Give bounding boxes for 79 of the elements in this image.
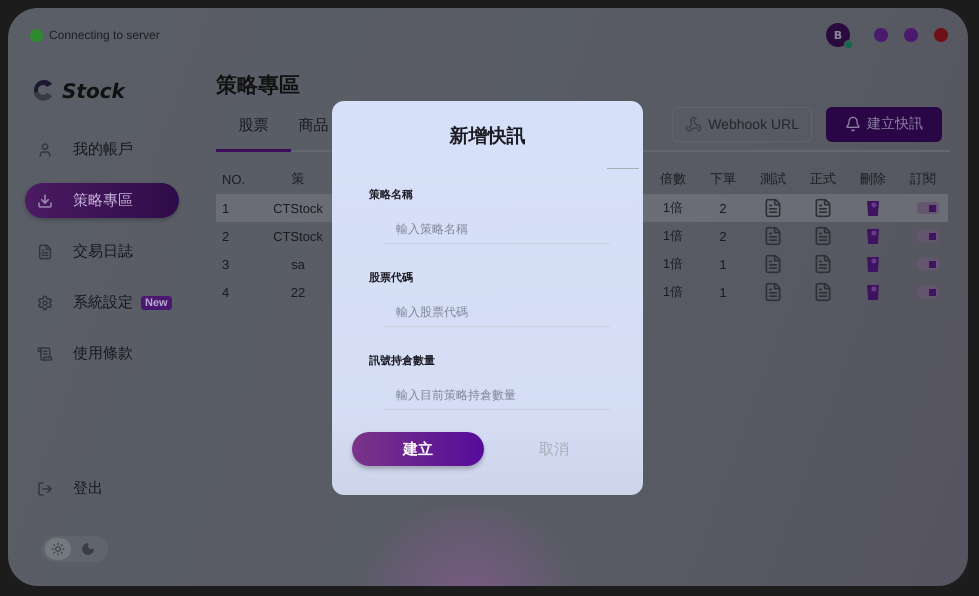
webhook-icon <box>685 116 702 132</box>
tab[interactable]: 股票 <box>216 116 291 152</box>
document-icon[interactable] <box>813 226 833 246</box>
table-cell: 1 <box>216 194 266 222</box>
light-mode-option[interactable] <box>45 538 71 560</box>
column-header: 倍數 <box>659 170 687 188</box>
input-field[interactable]: 輸入目前策略持倉數量 <box>384 380 610 410</box>
table-cell-text: 4 <box>221 284 230 302</box>
create-alert-button[interactable]: 建立快訊 <box>826 106 942 142</box>
column-header: 刪除 <box>859 170 887 188</box>
table-cell: CTStock <box>266 194 330 222</box>
window-button[interactable] <box>934 28 948 42</box>
nav-item[interactable]: 使用條款 <box>25 336 179 371</box>
table-cell-text: 2 <box>221 228 230 246</box>
input-field[interactable]: 輸入股票代碼 <box>384 297 610 327</box>
field-label: 股票代碼 <box>369 270 414 285</box>
trash-icon[interactable] <box>866 255 880 273</box>
table-cell-text: 2 <box>718 228 728 246</box>
document-icon <box>37 244 53 260</box>
trash-icon[interactable] <box>866 227 880 245</box>
table-cell-text: 1倍 <box>662 227 684 245</box>
field-label: 策略名稱 <box>369 187 414 202</box>
nav-item[interactable]: 策略專區 <box>25 183 179 218</box>
subscribe-toggle[interactable] <box>917 230 939 242</box>
settings-icon <box>37 294 53 310</box>
trash-icon[interactable] <box>866 199 880 217</box>
document-icon[interactable] <box>763 226 783 246</box>
table-cell-text: 1倍 <box>662 283 684 301</box>
logout-icon <box>37 480 53 496</box>
logout-button[interactable]: 登出 <box>25 471 179 506</box>
nav-item[interactable]: 我的帳戶 <box>25 132 179 167</box>
subscribe-toggle[interactable] <box>917 258 939 270</box>
column-header: 訂閱 <box>909 170 937 188</box>
window-button[interactable] <box>904 28 918 42</box>
column-header: 策 <box>290 170 306 188</box>
table-cell-text: 3 <box>221 256 230 274</box>
table-cell: 2 <box>698 194 748 222</box>
table-cell-text: 1倍 <box>662 255 684 273</box>
table-cell-text: 1 <box>718 284 728 302</box>
theme-toggle[interactable] <box>42 536 108 562</box>
document-icon[interactable] <box>813 198 833 218</box>
table-cell-text: sa <box>290 256 306 274</box>
field-label: 訊號持倉數量 <box>369 353 436 368</box>
table-cell-text: 22 <box>290 284 306 302</box>
bell-icon <box>845 116 861 132</box>
column-header: NO. <box>221 170 246 188</box>
trash-icon[interactable] <box>866 283 880 301</box>
column-header: 下單 <box>709 170 737 188</box>
column-header: 正式 <box>809 170 837 188</box>
table-cell-text: 1 <box>718 256 728 274</box>
document-icon[interactable] <box>813 282 833 302</box>
subscribe-toggle[interactable] <box>917 286 939 298</box>
document-icon[interactable] <box>813 254 833 274</box>
sun-icon <box>51 542 65 556</box>
nav-item[interactable]: 系統設定 New <box>25 285 179 320</box>
column-header: 測試 <box>759 170 787 188</box>
subscribe-toggle[interactable] <box>917 202 939 214</box>
page-title: 策略專區 <box>216 72 301 99</box>
logo-text: Stock <box>62 79 125 103</box>
download-icon <box>37 192 53 208</box>
user-icon <box>37 142 53 158</box>
webhook-button[interactable]: Webhook URL <box>672 106 812 142</box>
tab[interactable]: 商品 <box>291 116 336 152</box>
new-badge: New <box>141 296 172 310</box>
avatar[interactable]: B <box>826 23 850 47</box>
moon-icon <box>81 542 95 556</box>
nav-item[interactable]: 交易日誌 <box>25 234 179 269</box>
input-field[interactable]: 輸入策略名稱 <box>384 214 610 244</box>
window-button[interactable] <box>874 28 888 42</box>
status-text: Connecting to server <box>49 28 160 42</box>
document-icon[interactable] <box>763 198 783 218</box>
create-button[interactable]: 建立 <box>352 432 484 466</box>
document-icon[interactable] <box>763 254 783 274</box>
scroll-icon <box>37 346 53 362</box>
table-cell-text: CTStock <box>272 228 324 246</box>
document-icon[interactable] <box>763 282 783 302</box>
dialog-title: 新增快訊 <box>448 124 526 149</box>
cancel-button[interactable]: 取消 <box>488 432 620 466</box>
table-cell: 1倍 <box>648 194 698 222</box>
